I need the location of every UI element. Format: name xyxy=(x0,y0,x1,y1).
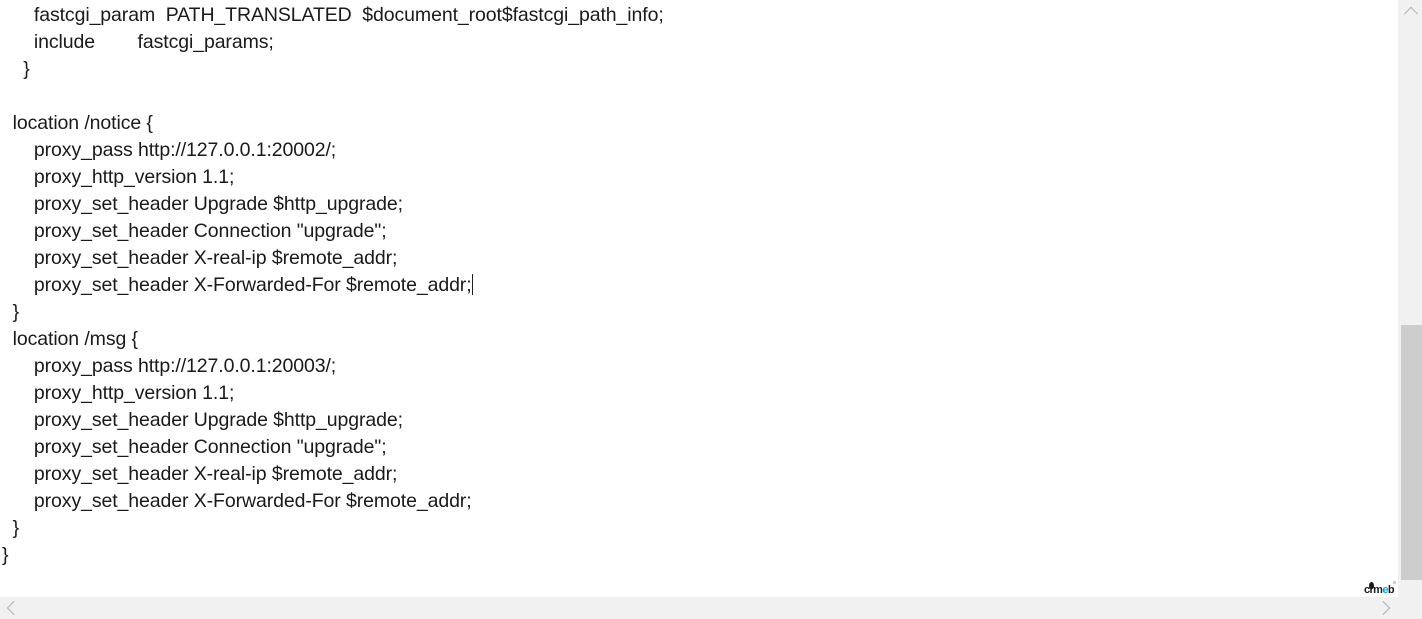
code-line-text: proxy_http_version 1.1; xyxy=(2,166,235,188)
code-line[interactable]: location /msg { xyxy=(0,326,1397,353)
code-line[interactable]: } xyxy=(0,515,1397,542)
code-editor-surface[interactable]: fastcgi_param PATH_TRANSLATED $document_… xyxy=(0,0,1397,596)
code-line[interactable] xyxy=(0,83,1397,110)
code-line-text: fastcgi_param PATH_TRANSLATED $document_… xyxy=(2,4,664,26)
code-line[interactable]: proxy_pass http://127.0.0.1:20003/; xyxy=(0,353,1397,380)
watermark-text-after: b xyxy=(1387,584,1395,596)
code-line-text: proxy_pass http://127.0.0.1:20002/; xyxy=(2,139,337,161)
code-line[interactable]: proxy_set_header Upgrade $http_upgrade; xyxy=(0,407,1397,434)
code-line-text: proxy_set_header X-real-ip $remote_addr; xyxy=(2,247,398,269)
watermark-tick-icon xyxy=(1393,581,1396,584)
chevron-left-icon xyxy=(6,600,21,616)
code-line-text: location /msg { xyxy=(2,328,138,350)
code-line[interactable]: } xyxy=(0,542,1397,569)
code-line[interactable]: proxy_set_header X-Forwarded-For $remote… xyxy=(0,272,1397,299)
horizontal-scrollbar[interactable] xyxy=(0,597,1397,619)
scroll-left-button[interactable] xyxy=(0,597,22,619)
code-line[interactable]: proxy_http_version 1.1; xyxy=(0,380,1397,407)
code-line[interactable]: location /notice { xyxy=(0,110,1397,137)
code-line-text: } xyxy=(2,544,9,566)
scroll-up-button[interactable] xyxy=(1398,0,1422,22)
crmeb-watermark: crm e b xyxy=(1356,581,1396,597)
code-line-text: proxy_pass http://127.0.0.1:20003/; xyxy=(2,355,337,377)
code-line[interactable]: proxy_http_version 1.1; xyxy=(0,164,1397,191)
code-line-text: proxy_set_header Upgrade $http_upgrade; xyxy=(2,193,403,215)
code-line[interactable]: include fastcgi_params; xyxy=(0,29,1397,56)
editor-window: fastcgi_param PATH_TRANSLATED $document_… xyxy=(0,0,1422,619)
code-line[interactable]: proxy_set_header X-real-ip $remote_addr; xyxy=(0,245,1397,272)
code-line-text: proxy_set_header Connection "upgrade"; xyxy=(2,436,387,458)
code-line-text: proxy_set_header Upgrade $http_upgrade; xyxy=(2,409,403,431)
code-line-text: } xyxy=(2,301,20,323)
text-caret xyxy=(471,274,473,295)
code-line-text: location /notice { xyxy=(2,112,153,134)
scrollbar-corner xyxy=(1397,597,1422,619)
code-line[interactable]: proxy_set_header Upgrade $http_upgrade; xyxy=(0,191,1397,218)
code-line[interactable]: proxy_set_header X-real-ip $remote_addr; xyxy=(0,461,1397,488)
code-line-text: } xyxy=(2,517,20,539)
code-line[interactable]: fastcgi_param PATH_TRANSLATED $document_… xyxy=(0,2,1397,29)
vertical-scrollbar-thumb[interactable] xyxy=(1401,325,1422,580)
code-line[interactable]: proxy_set_header X-Forwarded-For $remote… xyxy=(0,488,1397,515)
scroll-right-button[interactable] xyxy=(1375,597,1397,619)
chevron-right-icon xyxy=(1376,600,1391,616)
code-line-text: include fastcgi_params; xyxy=(2,31,274,53)
code-content[interactable]: fastcgi_param PATH_TRANSLATED $document_… xyxy=(0,2,1397,569)
code-line[interactable]: proxy_set_header Connection "upgrade"; xyxy=(0,218,1397,245)
vertical-scrollbar[interactable] xyxy=(1397,0,1422,619)
code-line-text: proxy_set_header X-Forwarded-For $remote… xyxy=(2,274,472,296)
code-line[interactable]: } xyxy=(0,56,1397,83)
chevron-up-icon xyxy=(1403,6,1418,21)
code-line-text: proxy_set_header X-Forwarded-For $remote… xyxy=(2,490,472,512)
code-line-text: } xyxy=(2,58,30,80)
code-line-text: proxy_http_version 1.1; xyxy=(2,382,235,404)
watermark-dot-icon xyxy=(1369,582,1374,589)
code-line-text: proxy_set_header X-real-ip $remote_addr; xyxy=(2,463,398,485)
code-line-text: proxy_set_header Connection "upgrade"; xyxy=(2,220,387,242)
code-line[interactable]: proxy_set_header Connection "upgrade"; xyxy=(0,434,1397,461)
code-line[interactable]: } xyxy=(0,299,1397,326)
code-line[interactable]: proxy_pass http://127.0.0.1:20002/; xyxy=(0,137,1397,164)
